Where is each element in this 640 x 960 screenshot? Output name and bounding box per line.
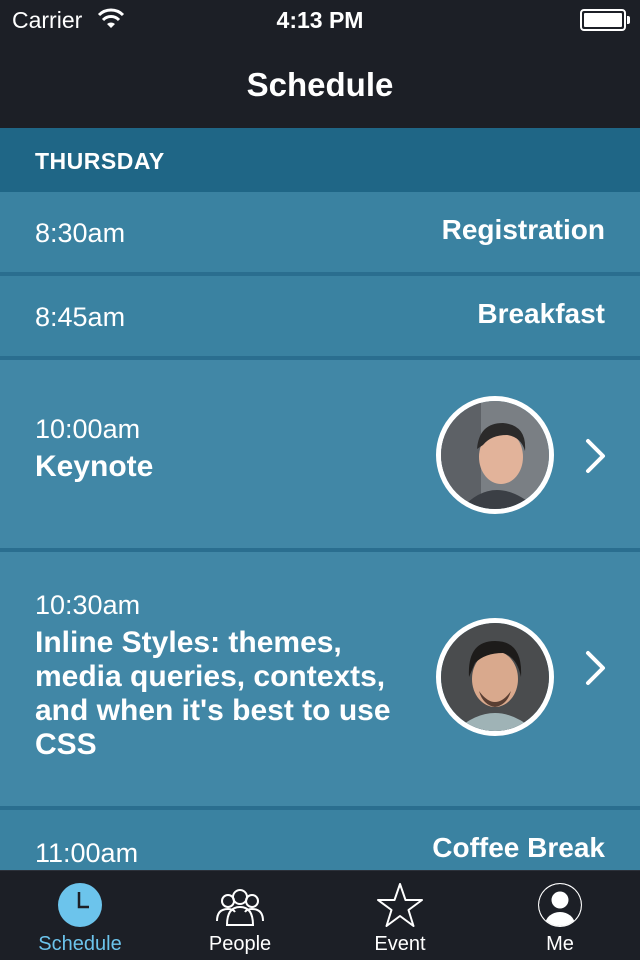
people-icon — [216, 889, 264, 926]
tab-schedule[interactable]: Schedule — [0, 871, 160, 960]
row-title: Coffee Break — [432, 832, 605, 863]
row-title: Registration — [441, 214, 605, 245]
day-label: THURSDAY — [35, 148, 165, 174]
row-title: Inline Styles: themes, media queries, co… — [35, 626, 391, 761]
speaker-avatar[interactable] — [436, 396, 554, 514]
row-time: 10:30am — [35, 590, 141, 620]
status-bar: Carrier 4:13 PM — [0, 0, 640, 40]
battery-icon — [580, 9, 630, 31]
section-header-day: THURSDAY — [0, 128, 640, 192]
row-time: 8:45am — [35, 302, 126, 332]
schedule-row[interactable]: 8:45am Breakfast — [0, 276, 640, 360]
schedule-row[interactable]: 11:00am Coffee Break — [0, 810, 640, 870]
speaker-avatar[interactable] — [436, 618, 554, 736]
row-time: 10:00am — [35, 414, 141, 444]
status-time: 4:13 PM — [276, 7, 364, 33]
row-title: Keynote — [35, 450, 154, 483]
tab-event[interactable]: Event — [320, 871, 480, 960]
chevron-right-icon — [586, 439, 605, 473]
schedule-row[interactable]: 8:30am Registration — [0, 192, 640, 276]
row-time: 11:00am — [35, 838, 139, 868]
row-time: 8:30am — [35, 218, 126, 248]
schedule-row-talk[interactable]: 10:00am Keynote — [0, 360, 640, 552]
schedule-row-talk[interactable]: 10:30am Inline Styles: themes, media que… — [0, 552, 640, 810]
schedule-list[interactable]: THURSDAY 8:30am Registration 8:45am Brea… — [0, 128, 640, 870]
tab-label: Event — [374, 933, 426, 955]
tab-label: People — [208, 933, 272, 955]
row-title: Breakfast — [477, 298, 605, 329]
tab-label: Me — [546, 933, 574, 955]
star-icon — [377, 883, 423, 927]
clock-icon — [58, 883, 102, 927]
tab-label: Schedule — [38, 933, 122, 955]
tab-people[interactable]: People — [160, 871, 320, 960]
tab-bar: Schedule People Event Me — [0, 870, 640, 960]
page-title: Schedule — [246, 66, 394, 103]
navigation-bar: Schedule — [0, 40, 640, 128]
person-icon — [538, 883, 582, 927]
chevron-right-icon — [586, 651, 605, 685]
tab-me[interactable]: Me — [480, 871, 640, 960]
